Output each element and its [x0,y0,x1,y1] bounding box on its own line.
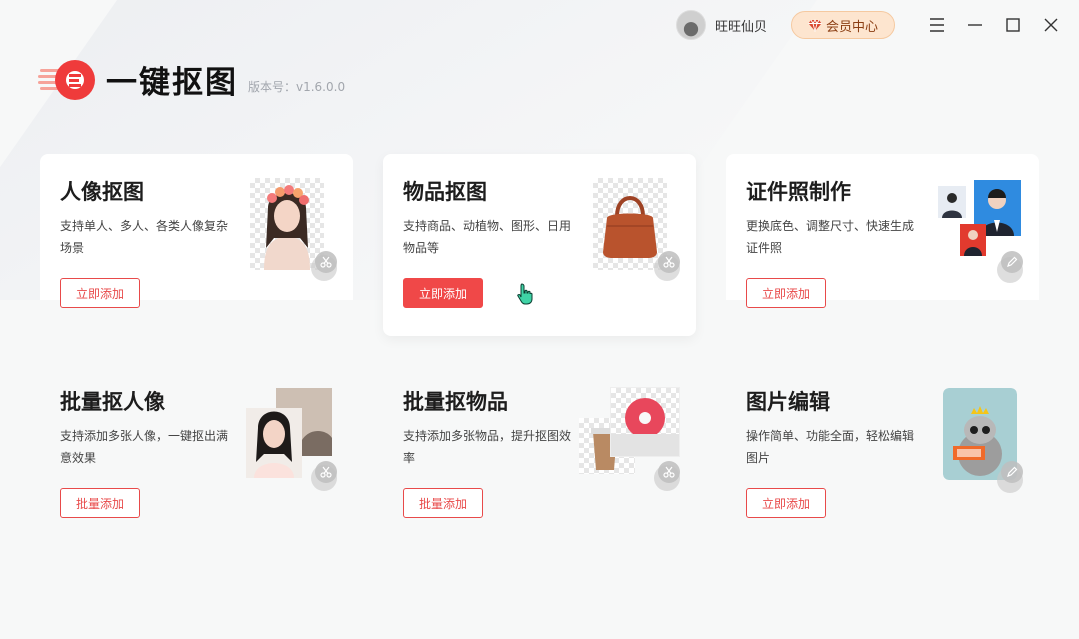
add-id-photo-button[interactable]: 立即添加 [746,278,826,308]
card-title: 批量抠物品 [403,390,508,414]
card-title: 图片编辑 [746,390,830,414]
id-photo-thumbnail [938,180,1021,256]
card-title: 批量抠人像 [60,390,165,414]
card-title: 物品抠图 [403,180,487,204]
close-icon[interactable] [1040,14,1062,36]
app-title: 一键抠图 [106,65,238,101]
diamond-icon [808,19,822,32]
vip-center-label: 会员中心 [825,19,878,35]
scissors-icon [315,251,337,273]
object-thumbnail [593,178,667,270]
add-portrait-button[interactable]: 立即添加 [60,278,140,308]
card-portrait-cutout[interactable]: 人像抠图 支持单人、多人、各类人像复杂场景 立即添加 [40,154,353,308]
title-bar: 旺旺仙贝 会员中心 [0,0,1079,50]
card-description: 支持添加多张人像，一键抠出满意效果 [60,429,229,465]
add-image-edit-button[interactable]: 立即添加 [746,488,826,518]
donut-thumbnail [611,388,679,456]
scissors-icon [315,461,337,483]
card-description: 支持添加多张物品，提升抠图效率 [403,429,572,465]
card-description: 支持商品、动植物、图形、日用物品等 [403,219,572,255]
card-batch-portrait[interactable]: 批量抠人像 支持添加多张人像，一键抠出满意效果 批量添加 [40,364,353,518]
username: 旺旺仙贝 [715,19,768,35]
add-object-button[interactable]: 立即添加 [403,278,483,308]
batch-add-object-button[interactable]: 批量添加 [403,488,483,518]
card-description: 操作简单、功能全面，轻松编辑图片 [746,429,915,465]
hand-cursor-icon [517,283,533,305]
portrait-image [264,185,310,270]
batch-add-portrait-button[interactable]: 批量添加 [60,488,140,518]
minimize-icon[interactable] [964,14,986,36]
app-logo-icon [38,59,95,100]
card-title: 人像抠图 [60,180,144,204]
portrait-thumbnail [250,178,324,270]
vip-center-button[interactable]: 会员中心 [791,11,895,39]
card-batch-object[interactable]: 批量抠物品 支持添加多张物品，提升抠图效率 批量添加 [383,364,696,518]
pencil-icon [1001,251,1023,273]
card-title: 证件照制作 [746,180,851,204]
donut-image [611,398,679,456]
card-image-edit[interactable]: 图片编辑 操作简单、功能全面，轻松编辑图片 立即添加 [726,364,1039,518]
app-version: 版本号：v1.6.0.0 [248,80,346,94]
scissors-icon [658,251,680,273]
card-id-photo[interactable]: 证件照制作 更换底色、调整尺寸、快速生成证件照 立即添加 [726,154,1039,308]
handbag-image [603,196,657,258]
card-object-cutout[interactable]: 物品抠图 支持商品、动植物、图形、日用物品等 立即添加 [383,154,696,336]
user-info[interactable]: 旺旺仙贝 [676,10,767,40]
app-logo-area: 一键抠图 版本号：v1.6.0.0 [38,57,345,102]
menu-icon[interactable] [926,14,948,36]
maximize-icon[interactable] [1002,14,1024,36]
scissors-icon [658,461,680,483]
card-description: 更换底色、调整尺寸、快速生成证件照 [746,219,915,255]
pencil-icon [1001,461,1023,483]
card-description: 支持单人、多人、各类人像复杂场景 [60,219,229,255]
avatar[interactable] [676,10,706,40]
